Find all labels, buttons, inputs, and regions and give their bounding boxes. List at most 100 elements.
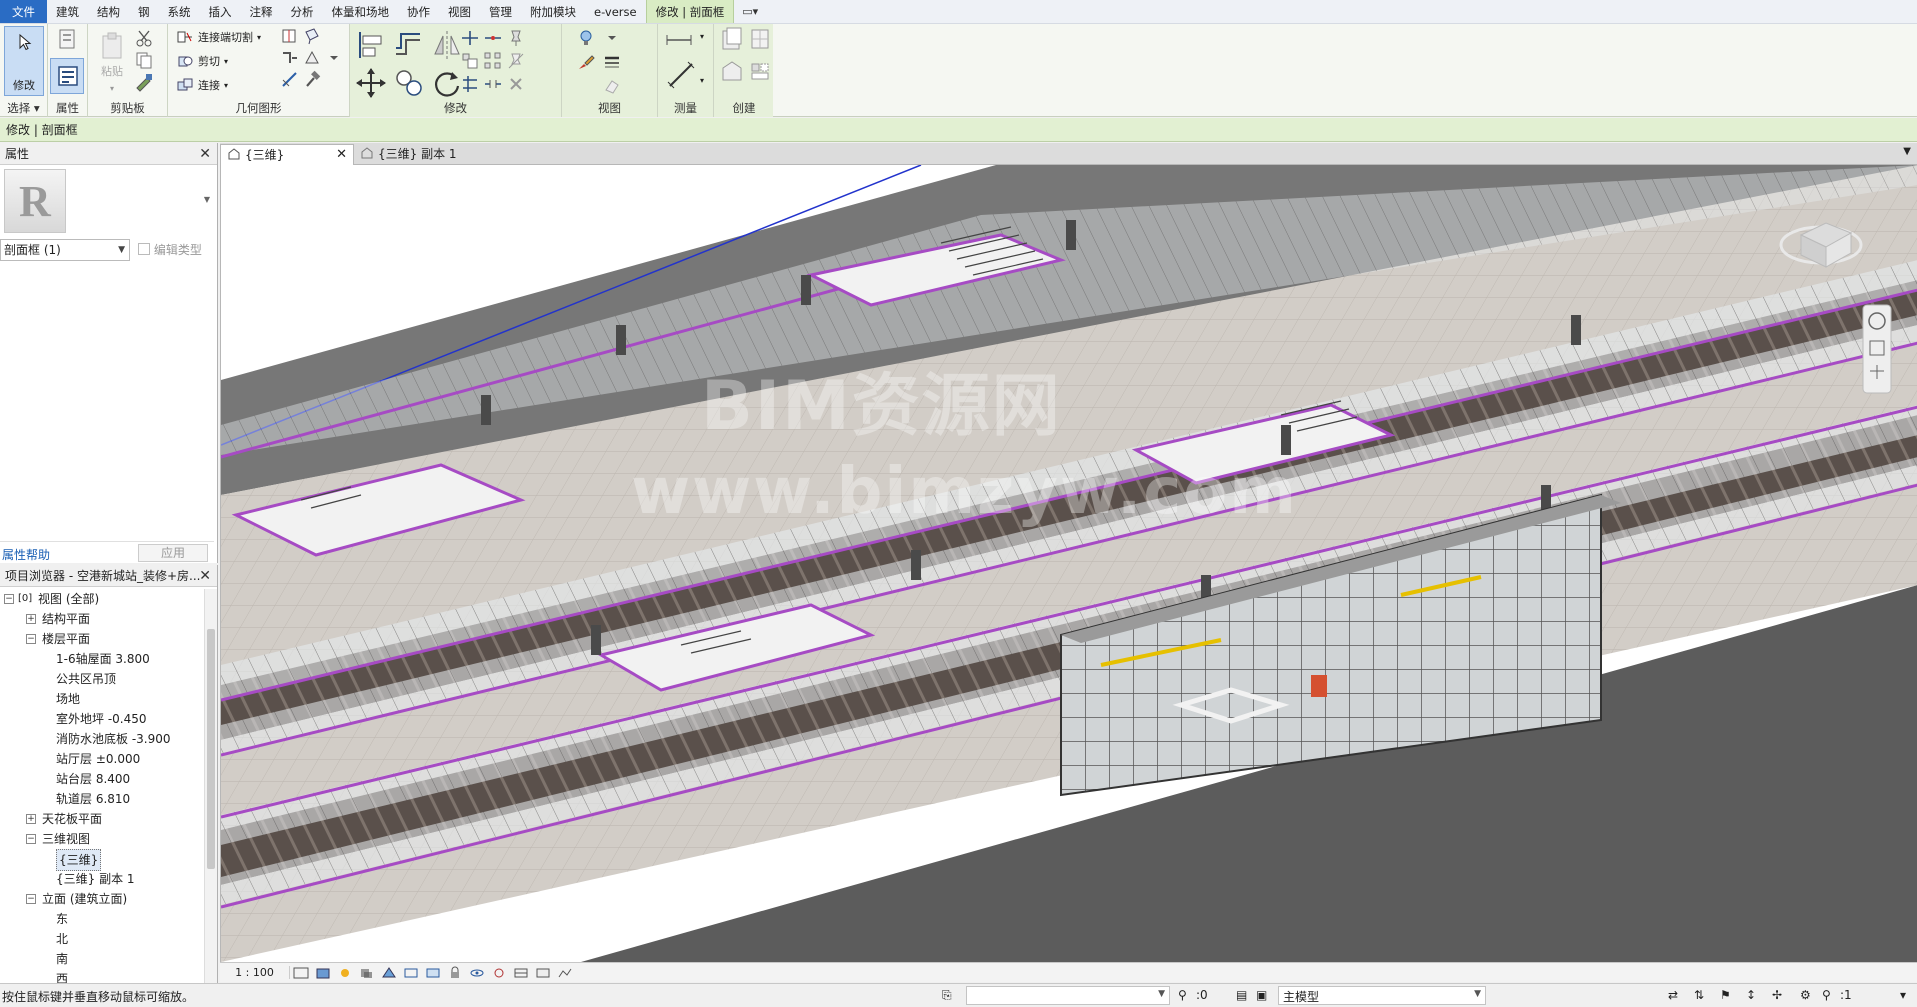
create-similar-icon[interactable] xyxy=(748,58,772,86)
tree-node[interactable]: 消防水池底板 -3.900 xyxy=(0,729,203,749)
expand-icon[interactable]: + xyxy=(26,614,36,624)
align-icon[interactable] xyxy=(354,28,388,62)
tree-node[interactable]: − 立面 (建筑立面) xyxy=(0,889,203,909)
aligned-dimension-icon[interactable] xyxy=(664,58,698,92)
tree-node[interactable]: 东 xyxy=(0,909,203,929)
crop-view-icon[interactable] xyxy=(402,966,420,980)
instance-filter-select[interactable]: 剖面框 (1) ▼ xyxy=(0,239,130,261)
hide-lightbulb-icon[interactable] xyxy=(576,28,596,48)
paste-button[interactable]: 粘贴 ▾ xyxy=(94,26,130,96)
close-properties-icon[interactable]: ✕ xyxy=(199,143,211,165)
menu-item-4[interactable]: 系统 xyxy=(159,0,200,23)
menu-item-8[interactable]: 体量和场地 xyxy=(323,0,399,23)
menu-item-1[interactable]: 建筑 xyxy=(47,0,88,23)
menu-item-0[interactable]: 文件 xyxy=(0,0,47,23)
move-icon[interactable] xyxy=(354,66,388,100)
show-crop-icon[interactable] xyxy=(424,966,442,980)
select-pinned-icon[interactable]: ⚑ xyxy=(1720,988,1731,1002)
menu-item-10[interactable]: 视图 xyxy=(439,0,480,23)
delete-icon[interactable] xyxy=(506,74,526,94)
dropdown-arrow-icon[interactable] xyxy=(324,48,344,68)
demolish-icon[interactable] xyxy=(302,48,322,68)
scroll-arrow-icon[interactable]: ▾ xyxy=(1900,988,1906,1002)
background-process-icon[interactable]: ⚙ xyxy=(1800,988,1811,1002)
rotate-icon[interactable] xyxy=(430,66,464,100)
tree-node[interactable]: − 楼层平面 xyxy=(0,629,203,649)
menu-item-5[interactable]: 插入 xyxy=(200,0,241,23)
tree-node[interactable]: 场地 xyxy=(0,689,203,709)
mirror-pick-axis-icon[interactable] xyxy=(430,28,464,62)
filter-icon[interactable]: ⚲ xyxy=(1822,988,1831,1002)
menu-item-3[interactable]: 钢 xyxy=(129,0,159,23)
pin-icon[interactable] xyxy=(506,28,526,48)
editable-only-icon[interactable]: ⚲ xyxy=(1178,988,1187,1002)
menu-item-12[interactable]: 附加模块 xyxy=(521,0,585,23)
exclude-options-icon[interactable]: ▣ xyxy=(1256,988,1267,1002)
collapse-icon[interactable]: − xyxy=(26,894,36,904)
menu-item-11[interactable]: 管理 xyxy=(480,0,521,23)
3d-viewport[interactable]: BIM资源网 www.bimzyw.com xyxy=(220,165,1917,962)
tree-node[interactable]: {三维} xyxy=(0,849,203,871)
sun-path-icon[interactable] xyxy=(336,966,354,980)
create-parts-icon[interactable] xyxy=(748,26,772,54)
tree-node[interactable]: {三维} 副本 1 xyxy=(0,869,203,889)
shadows-icon[interactable] xyxy=(358,966,376,980)
copy-element-icon[interactable] xyxy=(392,66,426,100)
tree-node[interactable]: 站厅层 ±0.000 xyxy=(0,749,203,769)
properties-toggle-button[interactable] xyxy=(50,58,84,94)
drag-on-selection-icon[interactable]: ✢ xyxy=(1772,988,1782,1002)
collapse-icon[interactable]: − xyxy=(4,594,14,604)
reveal-hidden-icon[interactable] xyxy=(490,966,508,980)
create-group-icon[interactable] xyxy=(720,58,744,86)
chevron-down-icon[interactable]: ▼ xyxy=(204,195,210,204)
dropdown-arrow-2-icon[interactable] xyxy=(602,28,622,48)
type-selector[interactable]: R ▼ xyxy=(0,167,214,235)
select-by-face-icon[interactable]: ↕ xyxy=(1746,988,1756,1002)
beam-handle-icon[interactable] xyxy=(280,70,300,90)
tab-3d-view[interactable]: {三维} ✕ xyxy=(220,144,354,165)
tab-3d-view-copy[interactable]: {三维} 副本 1 xyxy=(354,144,494,165)
menu-item-6[interactable]: 注释 xyxy=(241,0,282,23)
split-element-icon[interactable] xyxy=(483,28,503,48)
menu-item-14[interactable]: 修改 | 剖面框 xyxy=(645,0,735,23)
analysis-display-icon[interactable] xyxy=(556,966,574,980)
measure-between-icon[interactable] xyxy=(664,30,694,50)
wall-joins-icon[interactable] xyxy=(280,48,300,68)
cut-geometry-tool[interactable]: 剪切 ▾ xyxy=(176,50,228,72)
tree-node[interactable]: 室外地坪 -0.450 xyxy=(0,709,203,729)
menu-item-7[interactable]: 分析 xyxy=(282,0,323,23)
tree-node[interactable]: + 结构平面 xyxy=(0,609,203,629)
modify-button[interactable]: 修改 xyxy=(4,26,44,96)
trim-extend-icon[interactable] xyxy=(460,28,480,48)
3d-model-scene[interactable] xyxy=(221,165,1917,962)
close-browser-icon[interactable]: ✕ xyxy=(199,565,211,587)
collapse-icon[interactable]: − xyxy=(26,634,36,644)
tab-menu-arrow-icon[interactable]: ▼ xyxy=(1903,146,1911,157)
array-icon[interactable] xyxy=(483,51,503,71)
tree-node[interactable]: − 三维视图 xyxy=(0,829,203,849)
match-type-icon[interactable] xyxy=(134,72,154,92)
workset-select[interactable]: ▼ xyxy=(966,986,1170,1005)
expand-icon[interactable]: + xyxy=(26,814,36,824)
tree-node[interactable]: 轨道层 6.810 xyxy=(0,789,203,809)
copy-icon[interactable] xyxy=(134,50,154,70)
scrollbar-thumb[interactable] xyxy=(207,629,215,869)
tree-node[interactable]: 南 xyxy=(0,949,203,969)
create-assembly-icon[interactable] xyxy=(720,26,744,54)
lock-view-icon[interactable] xyxy=(446,966,464,980)
tree-node[interactable]: 1-6轴屋面 3.800 xyxy=(0,649,203,669)
view-scale[interactable]: 1 : 100 xyxy=(220,966,290,979)
join-geometry-tool[interactable]: 连接 ▾ xyxy=(176,74,228,96)
detail-level-icon[interactable] xyxy=(292,966,310,980)
design-options-icon[interactable]: ▤ xyxy=(1236,988,1247,1002)
tree-node[interactable]: + 天花板平面 xyxy=(0,809,203,829)
close-tab-icon[interactable]: ✕ xyxy=(336,145,347,165)
design-option-select[interactable]: 主模型 ▼ xyxy=(1278,986,1486,1005)
properties-help-link[interactable]: 属性帮助 xyxy=(2,546,50,563)
tree-node[interactable]: − [0] 视图 (全部) xyxy=(0,589,203,609)
offset-icon[interactable] xyxy=(392,28,426,62)
type-properties-icon[interactable] xyxy=(57,28,79,50)
render-icon[interactable] xyxy=(380,966,398,980)
tab-display-toggle[interactable]: ▭▾ xyxy=(742,0,758,23)
temporary-view-properties-icon[interactable] xyxy=(534,966,552,980)
